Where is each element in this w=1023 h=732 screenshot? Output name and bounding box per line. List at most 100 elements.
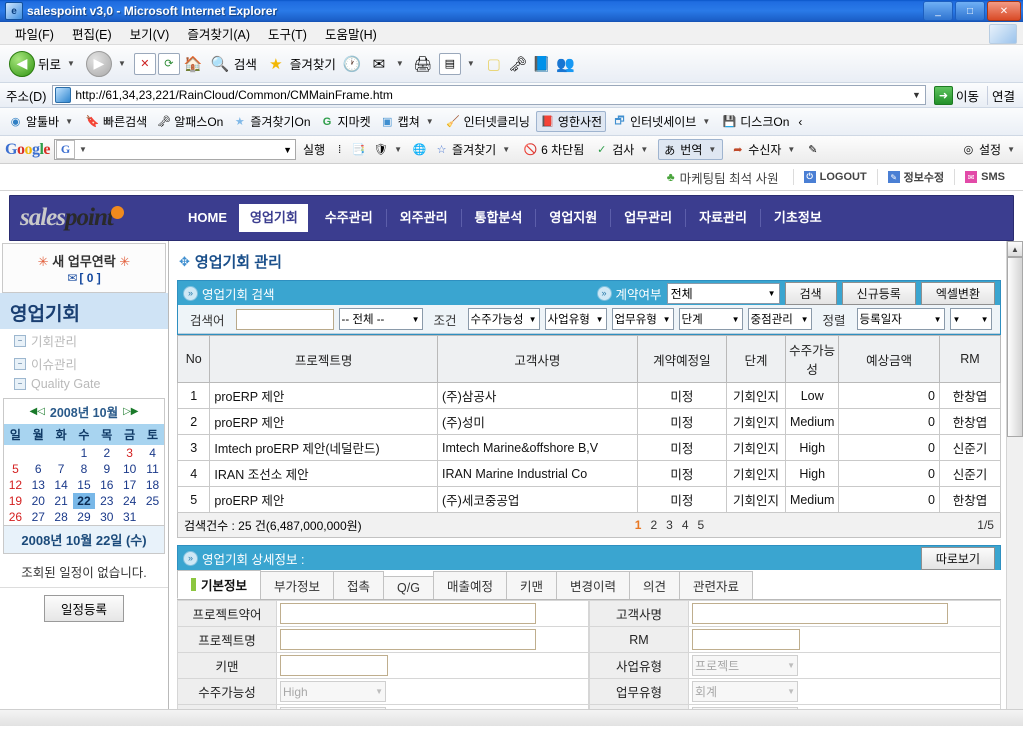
calendar-day[interactable]: [50, 445, 73, 461]
edit-info-button[interactable]: ✎ 정보수정: [876, 169, 954, 185]
nav-item-integrated-analysis[interactable]: 통합분석: [462, 209, 537, 227]
tab-related-materials[interactable]: 관련자료: [679, 571, 754, 599]
calendar-day[interactable]: 13: [27, 477, 50, 493]
col-customer[interactable]: 고객사명: [437, 335, 638, 383]
altoolbar-item-dictionary[interactable]: 📕 영한사전: [535, 111, 607, 132]
nav-item-order-mgmt[interactable]: 수주관리: [312, 209, 387, 227]
sidebar-item-quality-gate[interactable]: − Quality Gate: [0, 375, 168, 393]
col-rm[interactable]: RM: [938, 335, 1002, 383]
calendar-day[interactable]: 31: [118, 509, 141, 525]
filter-select-probability[interactable]: 수주가능성 ▼: [467, 308, 540, 330]
calendar-day[interactable]: 23: [95, 493, 118, 509]
select-service-area[interactable]: 비즈니스 ▼: [692, 707, 798, 709]
calendar-day[interactable]: [27, 445, 50, 461]
google-favorites-chevron-down-icon[interactable]: ▼: [502, 145, 510, 154]
calendar-day[interactable]: 16: [95, 477, 118, 493]
input-project-abbr[interactable]: [280, 603, 536, 624]
messenger-icon[interactable]: 👥: [555, 54, 577, 74]
col-amount[interactable]: 예상금액: [838, 335, 940, 383]
maximize-button[interactable]: □: [955, 1, 985, 21]
menu-favorites[interactable]: 즐겨찾기(A): [178, 22, 259, 45]
calendar-day[interactable]: 29: [73, 509, 96, 525]
page-scrollbar[interactable]: ▲: [1006, 241, 1023, 709]
edit-button[interactable]: ▤ ▼: [436, 51, 481, 77]
tab-qg[interactable]: Q/G: [383, 576, 434, 599]
settings-chevron-down-icon[interactable]: ▼: [1007, 145, 1015, 154]
nav-item-home[interactable]: HOME: [175, 209, 235, 227]
nav-item-sales-support[interactable]: 영업지원: [536, 209, 612, 227]
nav-item-sales-opportunity[interactable]: 영업기회: [239, 204, 308, 232]
altoolbar-item-gmarket[interactable]: G 지마켓: [317, 112, 374, 131]
google-scope-chevron-down-icon[interactable]: ▼: [79, 145, 87, 154]
calendar-day[interactable]: 24: [118, 493, 141, 509]
altoolbar-item-capture[interactable]: ▣ 캡쳐 ▼: [377, 112, 440, 131]
calendar-day[interactable]: 6: [27, 461, 50, 477]
recipient-chevron-down-icon[interactable]: ▼: [787, 145, 795, 154]
calendar-day[interactable]: 8: [73, 461, 96, 477]
select-probability[interactable]: High ▼: [280, 681, 386, 702]
menu-tools[interactable]: 도구(T): [259, 22, 316, 45]
edit-chevron-down-icon[interactable]: ▼: [467, 59, 475, 68]
contract-select[interactable]: 전체 ▼: [666, 282, 780, 304]
input-project-name[interactable]: [280, 629, 536, 650]
new-register-button[interactable]: 신규등록: [841, 281, 916, 305]
cell-project[interactable]: proERP 제안: [209, 382, 438, 409]
filter-select-task-type[interactable]: 업무유형 ▼: [611, 308, 674, 330]
google-spellcheck[interactable]: ✓ 검사 ▼: [591, 140, 654, 159]
salespoint-logo[interactable]: salespoint: [10, 204, 175, 232]
calendar-day[interactable]: 30: [95, 509, 118, 525]
back-button[interactable]: ◀ 뒤로 ▼: [6, 49, 81, 79]
next-year-icon[interactable]: ▷▶: [123, 406, 138, 417]
calendar-day[interactable]: 1: [73, 445, 96, 461]
nav-item-basic-info[interactable]: 기초정보: [761, 209, 835, 227]
page-link-2[interactable]: 2: [650, 518, 657, 532]
calendar-day[interactable]: 4: [141, 445, 164, 461]
calendar-day[interactable]: 18: [141, 477, 164, 493]
calendar-day[interactable]: 19: [4, 493, 27, 509]
page-link-3[interactable]: 3: [666, 518, 673, 532]
calendar-day[interactable]: 11: [141, 461, 164, 477]
calendar-day[interactable]: 5: [4, 461, 27, 477]
mail-button[interactable]: ✉ ▼: [365, 52, 410, 76]
home-icon[interactable]: 🏠: [182, 54, 204, 74]
calendar-day-selected[interactable]: 22: [72, 493, 96, 509]
google-earth-icon[interactable]: 🌐: [412, 142, 427, 157]
forward-chevron-down-icon[interactable]: ▼: [118, 59, 126, 68]
altoolbar-item-diskon[interactable]: 💾 디스크On: [719, 112, 792, 131]
scroll-thumb[interactable]: [1007, 257, 1023, 437]
calendar-day[interactable]: [4, 445, 27, 461]
sort-select[interactable]: 등록일자 ▼: [856, 308, 945, 330]
stop-icon[interactable]: ✕: [133, 52, 156, 75]
links-label[interactable]: 연결: [986, 85, 1019, 105]
calendar-day[interactable]: 27: [27, 509, 50, 525]
calendar-day[interactable]: 15: [73, 477, 96, 493]
menu-edit[interactable]: 편집(E): [63, 22, 121, 45]
menu-view[interactable]: 보기(V): [121, 22, 179, 45]
tab-sales-forecast[interactable]: 매출예정: [432, 571, 507, 599]
filter-select-priority[interactable]: 중점관리 ▼: [747, 308, 812, 330]
save-chevron-down-icon[interactable]: ▼: [702, 117, 710, 126]
refresh-icon[interactable]: ⟳: [157, 52, 180, 75]
google-recipient[interactable]: ➦ 수신자 ▼: [727, 140, 801, 159]
filter-select-business-type[interactable]: 사업유형 ▼: [544, 308, 607, 330]
scroll-up-button[interactable]: ▲: [1007, 241, 1023, 257]
tab-basic-info[interactable]: 기본정보: [177, 570, 262, 599]
nav-item-data-mgmt[interactable]: 자료관리: [686, 209, 761, 227]
altoolbar-item-cleaning[interactable]: 🧹 인터넷클리닝: [443, 112, 533, 131]
tab-additional-info[interactable]: 부가정보: [260, 571, 335, 599]
calendar-day[interactable]: 9: [95, 461, 118, 477]
google-translate[interactable]: あ 번역 ▼: [658, 139, 724, 160]
menu-help[interactable]: 도움말(H): [316, 22, 386, 45]
calendar-day[interactable]: 12: [4, 477, 27, 493]
google-popup-blocker[interactable]: 🛡 ▼: [370, 141, 408, 158]
col-probability[interactable]: 수주가능성: [784, 335, 840, 383]
col-contract-date[interactable]: 계약예정일: [636, 335, 728, 383]
sort-direction-select[interactable]: ▼ ▼: [949, 308, 992, 330]
favorites-toolbar-button[interactable]: ★ 즐겨찾기: [262, 52, 339, 76]
address-chevron-down-icon[interactable]: ▼: [912, 90, 923, 100]
google-favorites[interactable]: ☆ 즐겨찾기 ▼: [431, 140, 516, 159]
spellcheck-chevron-down-icon[interactable]: ▼: [640, 145, 648, 154]
altoolbar-item-save[interactable]: 🗗 인터넷세이브 ▼: [609, 112, 716, 131]
close-button[interactable]: ✕: [987, 1, 1021, 21]
google-settings-label[interactable]: 설정: [979, 141, 1001, 158]
